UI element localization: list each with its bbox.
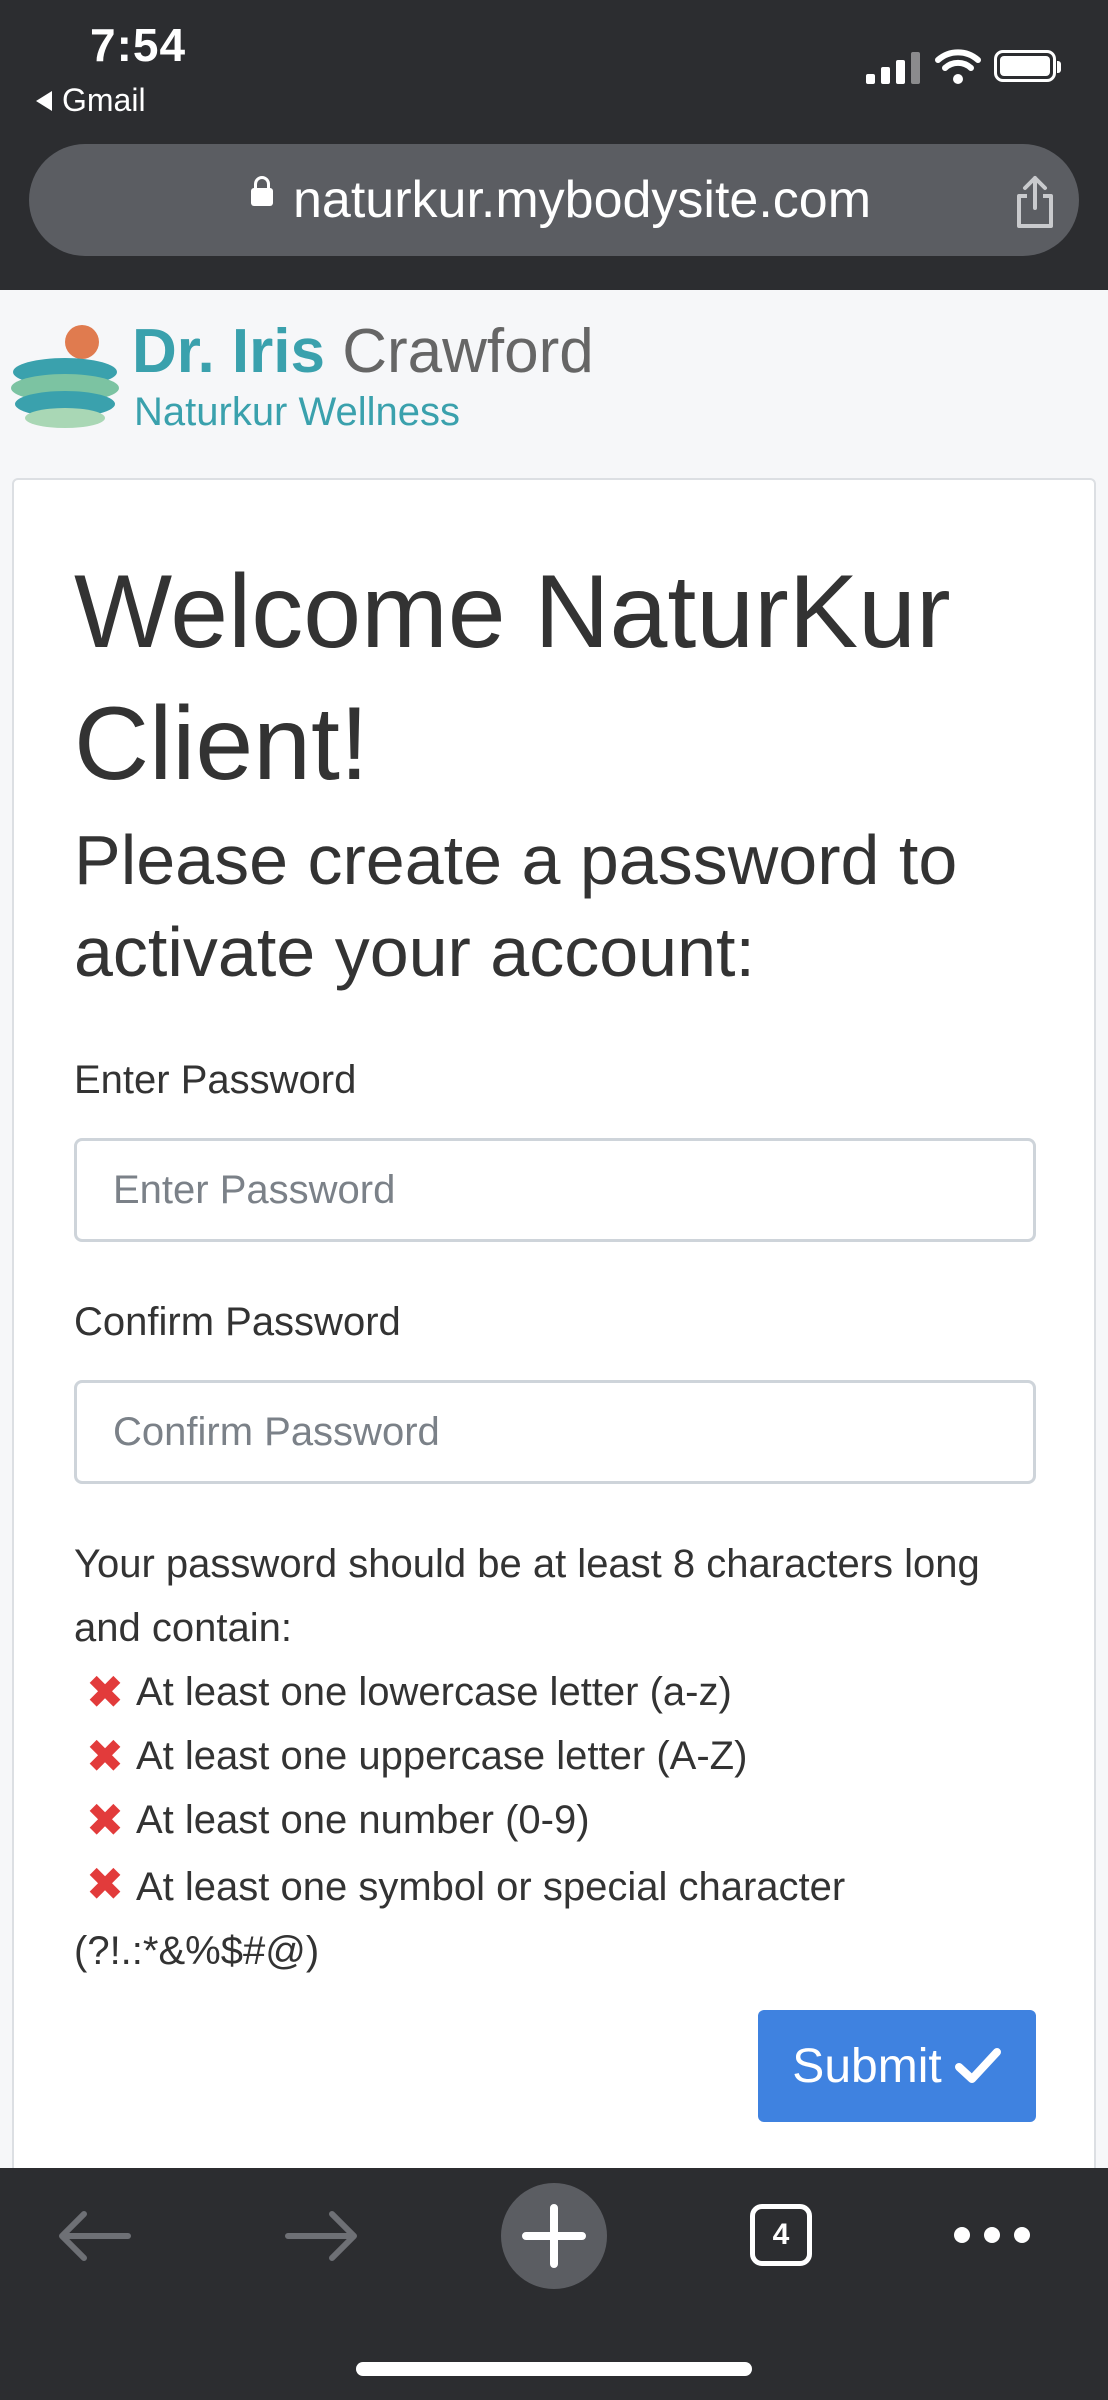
requirement-item: ✖ At least one uppercase letter (A-Z) (74, 1724, 1054, 1788)
forward-arrow-icon[interactable] (282, 2208, 362, 2264)
back-triangle-icon (36, 90, 52, 111)
x-mark-icon: ✖ (85, 1730, 125, 1782)
checkmark-icon (954, 2048, 1001, 2083)
confirm-password-input[interactable] (74, 1380, 1036, 1484)
home-indicator[interactable] (356, 2362, 752, 2376)
address-url: naturkur.mybodysite.com (293, 171, 872, 229)
web-page: Dr. Iris Crawford Naturkur Wellness Welc… (0, 290, 1108, 2168)
requirement-item: ✖ At least one lowercase letter (a-z) (74, 1660, 1054, 1724)
tabs-button[interactable]: 4 (750, 2204, 812, 2266)
password-input[interactable] (74, 1138, 1036, 1242)
status-bar: 7:54 Gmail (0, 0, 1108, 140)
battery-icon (994, 50, 1061, 82)
requirement-text: At least one number (0-9) (136, 1798, 590, 1842)
requirement-text: At least one uppercase letter (A-Z) (136, 1734, 748, 1778)
back-app-label: Gmail (62, 82, 146, 118)
share-icon[interactable] (1013, 174, 1057, 230)
site-logo[interactable]: Dr. Iris Crawford Naturkur Wellness (10, 312, 610, 434)
lock-icon (251, 176, 273, 206)
logo-subtitle: Naturkur Wellness (134, 390, 461, 434)
requirement-item: ✖ At least one number (0-9) (74, 1788, 1054, 1852)
new-tab-plus-icon[interactable] (500, 2182, 608, 2290)
browser-address-area: naturkur.mybodysite.com (0, 140, 1108, 290)
logo-mark-icon (11, 325, 119, 428)
back-arrow-icon[interactable] (54, 2208, 134, 2264)
x-mark-icon: ✖ (85, 1794, 125, 1846)
x-mark-icon: ✖ (85, 1858, 125, 1910)
page-subtitle: Please create a password to activate you… (74, 821, 958, 991)
activation-card: Welcome NaturKur Client! Please create a… (12, 478, 1096, 2168)
requirements-intro: Your password should be at least 8 chara… (74, 1542, 980, 1650)
submit-button[interactable]: Submit (758, 2010, 1036, 2122)
password-label: Enter Password (74, 1058, 357, 1102)
logo-name-last: Crawford (342, 317, 594, 386)
wifi-icon (935, 49, 981, 84)
back-to-app-link[interactable]: Gmail (36, 82, 146, 119)
requirement-item: ✖ At least one symbol or special characte… (74, 1852, 1054, 1983)
logo-name: Dr. Iris Crawford (132, 316, 594, 387)
requirement-text: At least one symbol or special character… (74, 1865, 846, 1973)
signal-icon (866, 50, 920, 84)
password-requirements: Your password should be at least 8 chara… (74, 1532, 1054, 1983)
address-bar[interactable]: naturkur.mybodysite.com (29, 144, 1079, 256)
browser-toolbar: 4 (0, 2168, 1108, 2400)
logo-name-first: Dr. Iris (132, 317, 325, 386)
confirm-password-label: Confirm Password (74, 1300, 401, 1344)
page-title: Welcome NaturKur Client! (74, 554, 951, 802)
more-options-icon[interactable] (950, 2220, 1034, 2250)
status-time: 7:54 (90, 19, 187, 71)
x-mark-icon: ✖ (85, 1666, 125, 1718)
submit-label: Submit (792, 2039, 942, 2093)
requirement-text: At least one lowercase letter (a-z) (136, 1670, 732, 1714)
